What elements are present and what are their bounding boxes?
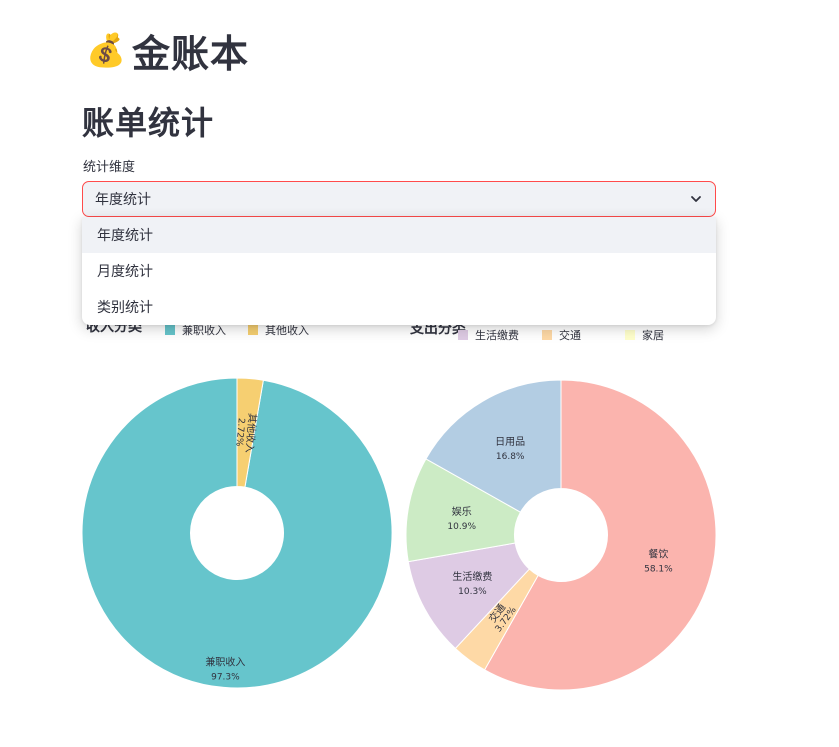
slice-name: 娱乐 [452,505,472,518]
chevron-down-icon [691,196,701,202]
pie-chart-0: 兼职收入97.3%其他收入2.72% [81,377,393,689]
option-yearly[interactable]: 年度统计 [82,217,716,253]
slice-name: 兼职收入 [205,655,245,668]
app-title: 金账本 [132,31,250,76]
slice-name: 生活缴费 [452,570,492,583]
option-category[interactable]: 类别统计 [82,289,716,325]
select-label: 统计维度 [83,160,136,175]
app-header: 💰 金账本 [86,24,249,76]
slice-percent: 58.1% [644,565,673,575]
slice-name: 日用品 [495,436,525,448]
slice-percent: 97.3% [211,672,240,682]
select-dropdown: 年度统计 月度统计 类别统计 [82,217,716,325]
slice-name: 餐饮 [648,548,668,561]
slice-percent: 10.9% [447,522,476,532]
slice-percent: 16.8% [496,452,525,462]
money-bag-icon: 💰 [86,31,126,69]
legend-swatch[interactable] [625,330,635,340]
dimension-select[interactable]: 年度统计 [82,181,716,217]
select-value: 年度统计 [95,192,151,208]
page-title: 账单统计 [82,104,215,142]
legend-label[interactable]: 家居 [642,328,664,342]
legend-swatch[interactable] [542,330,552,340]
legend-label[interactable]: 兼职收入 [182,323,226,337]
legend-swatch[interactable] [248,325,258,335]
legend-swatch[interactable] [458,330,468,340]
slice-percent: 10.3% [458,587,487,597]
legend-label[interactable]: 交通 [559,328,581,342]
legend-swatch[interactable] [165,325,175,335]
legend-label[interactable]: 生活缴费 [475,328,519,342]
option-monthly[interactable]: 月度统计 [82,253,716,289]
legend-label[interactable]: 其他收入 [265,323,309,337]
pie-chart-1: 餐饮58.1%交通3.72%生活缴费10.3%娱乐10.9%日用品16.8% [405,379,717,691]
